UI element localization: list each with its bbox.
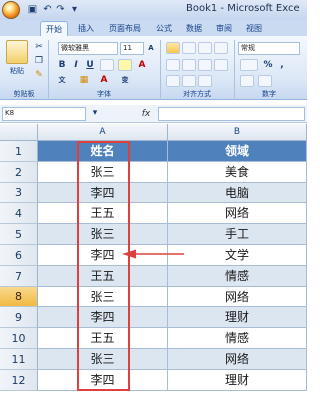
text-color-icon[interactable]: A: [98, 74, 110, 86]
decrease-decimal-icon[interactable]: [258, 75, 272, 87]
indent-decrease-icon[interactable]: [166, 75, 180, 87]
cell-domain[interactable]: 理财: [168, 370, 307, 391]
cell-name[interactable]: 王五: [38, 328, 168, 349]
row-header[interactable]: 3: [0, 183, 38, 203]
cell-name[interactable]: 李四: [38, 370, 168, 391]
insert-function-button[interactable]: fx: [136, 107, 156, 121]
select-all-corner[interactable]: [0, 124, 38, 141]
align-top-icon[interactable]: [166, 42, 180, 54]
cell-domain[interactable]: 情感: [168, 328, 307, 349]
cell-name[interactable]: 王五: [38, 203, 168, 224]
italic-icon[interactable]: I: [70, 59, 82, 71]
row-header[interactable]: 8: [0, 287, 38, 307]
cell-name[interactable]: 张三: [38, 287, 168, 307]
row-header[interactable]: 11: [0, 349, 38, 370]
indent-increase-icon[interactable]: [182, 75, 196, 87]
cell-name[interactable]: 李四: [38, 307, 168, 328]
tab-data[interactable]: 数据: [182, 21, 206, 36]
red-arrow-icon: [122, 249, 184, 259]
row-header[interactable]: 9: [0, 307, 38, 328]
header-cell-domain[interactable]: 领域: [168, 141, 307, 162]
bold-icon[interactable]: B: [56, 59, 68, 71]
align-right-icon[interactable]: [198, 59, 212, 71]
undo-icon[interactable]: ↶: [41, 3, 54, 16]
window-title: Book1 - Microsoft Exce: [186, 3, 300, 14]
orientation-icon[interactable]: [198, 75, 212, 87]
border-icon[interactable]: [100, 59, 114, 71]
cut-icon[interactable]: ✂: [33, 41, 45, 53]
font-name-combo[interactable]: 微软雅黑: [58, 42, 118, 55]
column-header-b[interactable]: B: [168, 124, 307, 141]
row-header[interactable]: 6: [0, 245, 38, 266]
column-header-a[interactable]: A: [38, 124, 168, 141]
row-header[interactable]: 12: [0, 370, 38, 391]
name-box[interactable]: K8: [2, 107, 86, 121]
tab-review[interactable]: 审阅: [212, 21, 236, 36]
cell-domain[interactable]: 网络: [168, 349, 307, 370]
cell-domain[interactable]: 网络: [168, 287, 307, 307]
row-header[interactable]: 4: [0, 203, 38, 224]
cell-domain[interactable]: 情感: [168, 266, 307, 287]
row-header[interactable]: 7: [0, 266, 38, 287]
align-left-icon[interactable]: [166, 59, 180, 71]
cell-domain[interactable]: 手工: [168, 224, 307, 245]
number-format-combo[interactable]: 常规: [238, 42, 300, 55]
cell-domain[interactable]: 电脑: [168, 183, 307, 203]
row-header[interactable]: 5: [0, 224, 38, 245]
name-box-dropdown-icon[interactable]: ▾: [90, 107, 100, 119]
redo-icon[interactable]: ↷: [54, 3, 67, 16]
number-group-label: 数字: [262, 90, 276, 98]
tab-view[interactable]: 视图: [242, 21, 266, 36]
grow-font-icon[interactable]: A: [146, 42, 156, 54]
row-header[interactable]: 2: [0, 162, 38, 183]
align-bottom-icon[interactable]: [198, 42, 212, 54]
currency-icon[interactable]: [240, 59, 258, 71]
increase-decimal-icon[interactable]: [240, 75, 254, 87]
alignment-group-label: 对齐方式: [183, 90, 211, 98]
wrap-text-icon[interactable]: [214, 42, 228, 54]
copy-icon[interactable]: ❐: [33, 55, 45, 67]
office-button[interactable]: [2, 1, 20, 19]
save-icon[interactable]: ▣: [26, 3, 39, 16]
align-middle-icon[interactable]: [182, 42, 196, 54]
cell-domain[interactable]: 文学: [168, 245, 307, 266]
paste-button-label[interactable]: 粘贴: [4, 66, 30, 76]
ribbon-separator: [160, 40, 161, 98]
tab-formulas[interactable]: 公式: [152, 21, 176, 36]
font-group-label: 字体: [97, 90, 111, 98]
cell-domain[interactable]: 理财: [168, 307, 307, 328]
row-header[interactable]: 1: [0, 141, 38, 162]
font-color-icon[interactable]: A: [136, 59, 148, 71]
formula-input[interactable]: [158, 107, 305, 121]
ribbon-separator: [48, 40, 49, 98]
tab-page-layout[interactable]: 页面布局: [104, 21, 146, 36]
cell-name[interactable]: 王五: [38, 266, 168, 287]
tab-insert[interactable]: 插入: [72, 21, 100, 36]
cell-domain[interactable]: 美食: [168, 162, 307, 183]
row-header[interactable]: 10: [0, 328, 38, 349]
cell-name[interactable]: 张三: [38, 224, 168, 245]
ribbon-separator: [234, 40, 235, 98]
underline-icon[interactable]: U: [84, 59, 96, 71]
format-painter-icon[interactable]: ✎: [33, 69, 45, 81]
merge-icon[interactable]: [214, 59, 228, 71]
comma-style-icon[interactable]: ,: [276, 59, 288, 71]
cell-name[interactable]: 李四: [38, 183, 168, 203]
clipboard-group-label: 剪贴板: [13, 90, 35, 98]
align-center-icon[interactable]: [182, 59, 196, 71]
header-cell-name[interactable]: 姓名: [38, 141, 168, 162]
wen-icon[interactable]: 变: [118, 74, 132, 86]
phonetic-icon[interactable]: 文: [56, 74, 68, 86]
cell-name[interactable]: 张三: [38, 162, 168, 183]
tab-home[interactable]: 开始: [40, 21, 68, 36]
cell-name[interactable]: 张三: [38, 349, 168, 370]
dropdown-icon[interactable]: ▾: [68, 3, 81, 16]
fill-bucket-icon[interactable]: ▦: [78, 74, 90, 86]
cell-domain[interactable]: 网络: [168, 203, 307, 224]
fill-color-icon[interactable]: [118, 59, 132, 71]
paste-icon[interactable]: [6, 40, 28, 64]
percent-icon[interactable]: %: [262, 59, 274, 71]
font-size-combo[interactable]: 11: [120, 42, 144, 55]
